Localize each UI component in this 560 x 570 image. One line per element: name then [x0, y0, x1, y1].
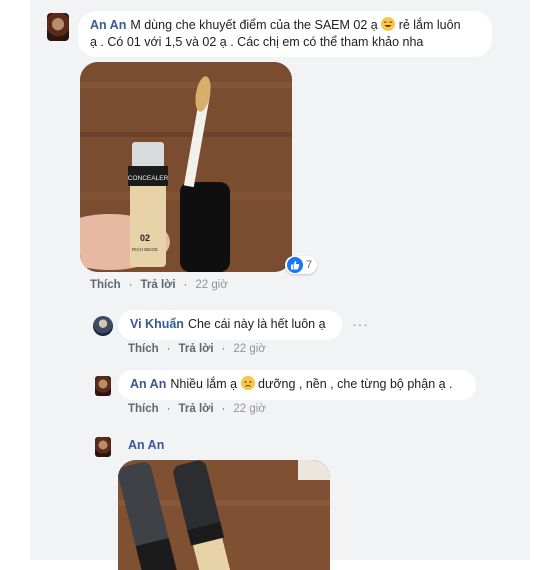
more-options-icon[interactable]: ··· [352, 316, 369, 332]
like-button[interactable]: Thích [90, 279, 121, 291]
product-brand: CONCEALER [128, 175, 169, 182]
like-button[interactable]: Thích [128, 403, 159, 415]
reply-button[interactable]: Trả lời [141, 279, 176, 291]
reply-author[interactable]: An An [128, 438, 164, 452]
avatar[interactable] [95, 437, 111, 457]
reply-bubble: Vi Khuẩn Che cái này là hết luôn ạ [118, 310, 342, 340]
sad-emoji-icon [240, 376, 255, 390]
product-line: RICH BEIGE [132, 247, 158, 252]
comment-actions: Thích · Trả lời · 22 giờ [90, 279, 228, 291]
comment-text-line2: ạ . Có 01 với 1,5 và 02 ạ . Các chị em c… [90, 35, 424, 49]
timestamp[interactable]: 22 giờ [233, 403, 265, 415]
comment-text: M dùng che khuyết điểm của the SAEM 02 ạ [130, 18, 378, 32]
timestamp[interactable]: 22 giờ [233, 343, 265, 355]
reply-text: Nhiều lắm ạ [170, 377, 238, 391]
product-shade: 02 [140, 233, 150, 243]
laughing-emoji-icon [381, 17, 396, 31]
reply-photo[interactable] [118, 460, 330, 570]
comment-author[interactable]: An An [90, 18, 126, 32]
reply-text-cont: dưỡng , nền , che từng bộ phận ạ . [258, 377, 453, 391]
reply-bubble: An An Nhiều lắm ạ dưỡng , nền , che từng … [118, 370, 476, 400]
reply-actions: Thích · Trả lời · 22 giờ [128, 403, 266, 415]
like-button[interactable]: Thích [128, 343, 159, 355]
comment-photo[interactable]: CONCEALER 02 RICH BEIGE [80, 62, 292, 272]
concealer-cap [180, 182, 230, 272]
reply-button[interactable]: Trả lời [179, 343, 214, 355]
comment-text-cont: rẻ lắm luôn [398, 18, 461, 32]
reply-text: Che cái này là hết luôn ạ [187, 317, 326, 331]
reply-author[interactable]: An An [130, 377, 166, 391]
timestamp[interactable]: 22 giờ [195, 279, 227, 291]
reaction-count: 7 [306, 259, 313, 271]
like-icon [287, 257, 303, 273]
reaction-summary[interactable]: 7 [285, 256, 318, 274]
reply-author[interactable]: Vi Khuẩn [130, 317, 184, 331]
avatar[interactable] [47, 13, 69, 41]
reply-actions: Thích · Trả lời · 22 giờ [128, 343, 266, 355]
comment-bubble: An An M dùng che khuyết điểm của the SAEM… [78, 11, 492, 57]
avatar[interactable] [95, 376, 111, 396]
avatar[interactable] [93, 316, 113, 336]
reply-button[interactable]: Trả lời [179, 403, 214, 415]
